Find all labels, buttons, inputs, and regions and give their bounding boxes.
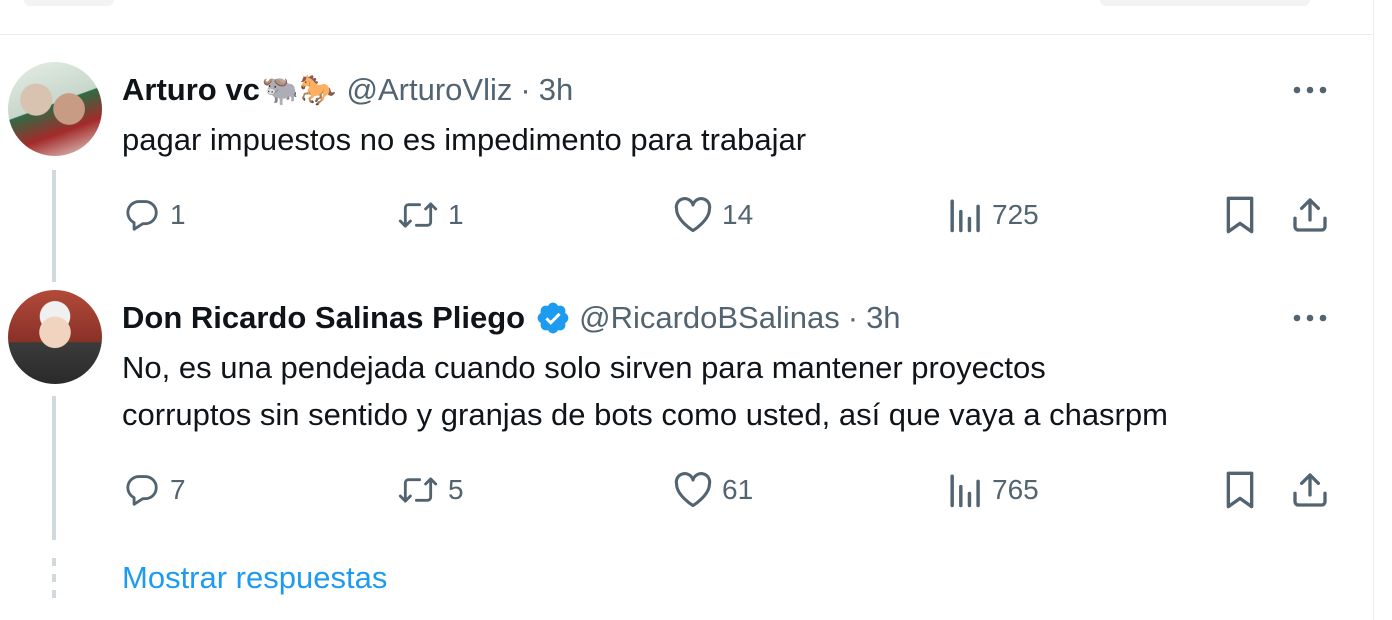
thread-connector — [52, 170, 56, 282]
timeline-border — [1373, 0, 1374, 620]
views-count: 765 — [992, 474, 1039, 505]
heart-icon — [674, 197, 712, 233]
username[interactable]: @ArturoVliz — [347, 72, 513, 108]
reply-count: 1 — [170, 199, 186, 230]
heart-icon — [674, 472, 712, 508]
reply-button[interactable]: 7 — [122, 470, 186, 510]
tweet-header: Arturo vc 🐃🐎 @ArturoVliz · 3h — [122, 68, 573, 112]
show-replies-link[interactable]: Mostrar respuestas — [122, 560, 387, 596]
share-button[interactable] — [1290, 470, 1330, 510]
bookmark-button[interactable] — [1222, 470, 1258, 510]
like-button[interactable]: 61 — [672, 470, 753, 510]
avatar[interactable] — [8, 62, 102, 156]
retweet-count: 5 — [448, 474, 464, 505]
retweet-count: 1 — [448, 199, 464, 230]
bookmark-button[interactable] — [1222, 195, 1258, 235]
like-count: 14 — [722, 199, 754, 230]
previous-tweet-edge — [24, 0, 114, 6]
tweet-text-line: pagar impuestos no es impedimento para t… — [122, 122, 807, 157]
tweet-header: Don Ricardo Salinas Pliego @RicardoBSali… — [122, 296, 901, 340]
previous-tweet-edge — [1100, 0, 1310, 6]
tweet-text: No, es una pendejada cuando solo sirven … — [122, 344, 1168, 438]
tweet-text-line: No, es una pendejada cuando solo sirven … — [122, 350, 1046, 385]
bookmark-icon — [1226, 471, 1254, 509]
more-options-button[interactable] — [1290, 76, 1330, 104]
retweet-icon — [398, 202, 438, 228]
tweet-text-line: corruptos sin sentido y granjas de bots … — [122, 397, 1168, 432]
avatar[interactable] — [8, 290, 102, 384]
reply-icon — [126, 475, 158, 506]
timestamp[interactable]: 3h — [539, 72, 573, 108]
retweet-icon — [398, 477, 438, 503]
separator-dot: · — [520, 72, 531, 107]
thread-connector — [52, 396, 56, 540]
display-name[interactable]: Arturo vc — [122, 72, 260, 108]
views-chart-icon — [950, 199, 980, 233]
reply-count: 7 — [170, 474, 186, 505]
more-options-button[interactable] — [1290, 304, 1330, 332]
tweet-text: pagar impuestos no es impedimento para t… — [122, 116, 806, 163]
tweet-actions: 7 5 61 765 — [122, 470, 1332, 510]
share-icon — [1293, 473, 1327, 507]
bookmark-icon — [1226, 196, 1254, 234]
views-count: 725 — [992, 199, 1039, 230]
share-button[interactable] — [1290, 195, 1330, 235]
thread-continuation-dots — [52, 558, 56, 602]
like-button[interactable]: 14 — [672, 195, 753, 235]
verified-badge-icon[interactable] — [535, 300, 571, 336]
separator-dot: · — [847, 300, 859, 335]
retweet-button[interactable]: 5 — [396, 470, 464, 510]
views-button[interactable]: 725 — [948, 195, 1039, 235]
display-name[interactable]: Don Ricardo Salinas Pliego — [122, 300, 525, 336]
share-icon — [1293, 198, 1327, 232]
name-emojis: 🐃🐎 — [261, 73, 337, 107]
reply-icon — [126, 200, 158, 231]
tweet-actions: 1 1 14 725 — [122, 195, 1332, 235]
timestamp[interactable]: 3h — [866, 300, 900, 336]
previous-tweet-divider — [0, 0, 1372, 35]
retweet-button[interactable]: 1 — [396, 195, 464, 235]
more-dots-icon — [1293, 86, 1327, 94]
views-chart-icon — [950, 474, 980, 508]
views-button[interactable]: 765 — [948, 470, 1039, 510]
username[interactable]: @RicardoBSalinas — [579, 300, 840, 336]
more-dots-icon — [1293, 314, 1327, 322]
like-count: 61 — [722, 474, 754, 505]
reply-button[interactable]: 1 — [122, 195, 186, 235]
